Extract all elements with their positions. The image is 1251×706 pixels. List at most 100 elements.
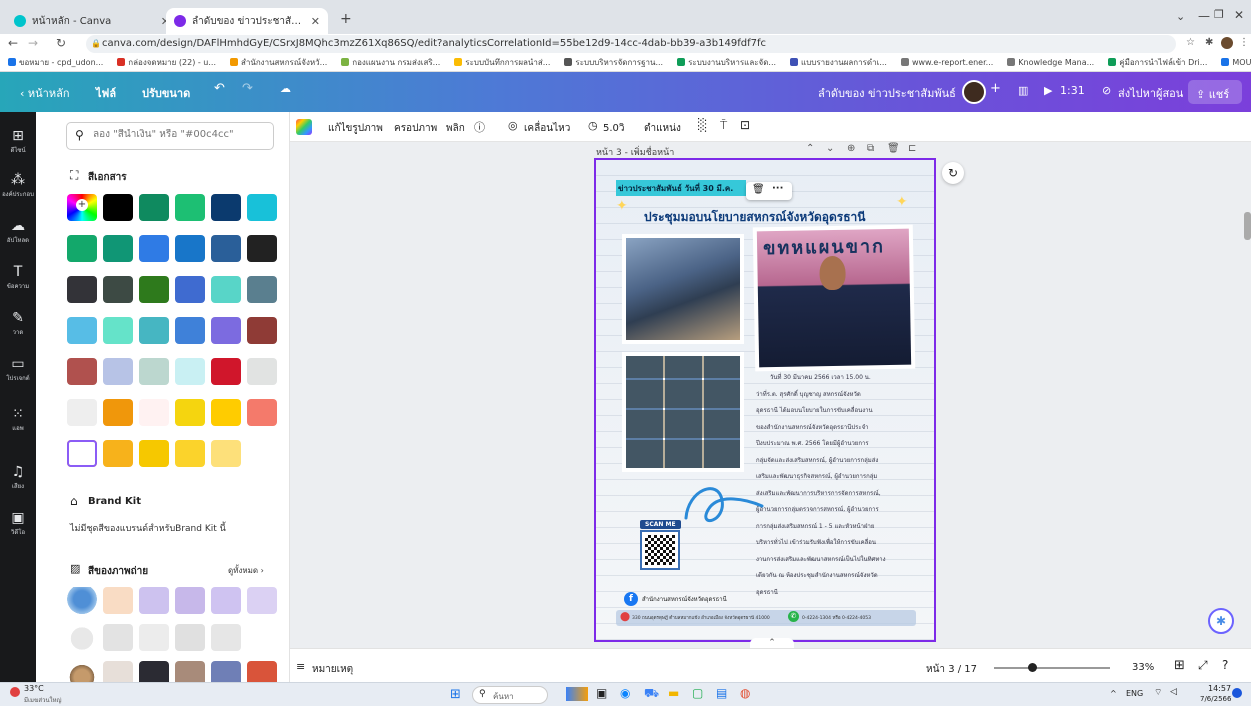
- weather-icon[interactable]: [10, 687, 20, 697]
- clock-icon[interactable]: ◷: [588, 119, 598, 132]
- facebook-page-name[interactable]: สำนักงานสหกรณ์จังหวัดอุดรธานี: [642, 594, 727, 604]
- page-indicator[interactable]: หน้า 3 / 17: [926, 662, 977, 677]
- store-icon[interactable]: ⛟: [644, 686, 659, 702]
- photo-frame[interactable]: [622, 234, 744, 344]
- position-button[interactable]: ตำแหน่ง: [644, 121, 681, 136]
- rail-apps[interactable]: ⁙ แอพ: [0, 406, 36, 433]
- duration-button[interactable]: 5.0วิ: [603, 121, 625, 136]
- chevron-down-icon[interactable]: ⌄: [1176, 10, 1185, 23]
- photo-frame-speaker[interactable]: ขทหแผนขาก: [752, 224, 916, 372]
- tab-design[interactable]: ลำดับของ ข่าวประชาสัมพันธ์ - ไม่มีชื่อ ✕: [166, 8, 328, 34]
- color-swatch[interactable]: [67, 276, 97, 303]
- photo-color-swatch[interactable]: [175, 624, 205, 651]
- play-icon[interactable]: ▶: [1044, 84, 1052, 97]
- photo-color-swatch[interactable]: [67, 661, 97, 682]
- user-avatar[interactable]: [962, 80, 986, 104]
- grid-view-icon[interactable]: ⊞: [1174, 658, 1185, 673]
- color-swatch[interactable]: [103, 276, 133, 303]
- photo-color-swatch[interactable]: [175, 587, 205, 614]
- weather-temp[interactable]: 33°C: [24, 684, 44, 693]
- bookmark-item[interactable]: กล่องจดหมาย (22) - u...: [117, 56, 216, 69]
- photo-color-swatch[interactable]: [211, 624, 241, 651]
- language-indicator[interactable]: ENG: [1126, 689, 1143, 698]
- lock-icon[interactable]: ⊡: [740, 118, 750, 132]
- color-swatch[interactable]: [103, 235, 133, 262]
- bookmark-item[interactable]: คู่มือการนำไฟล์เข้า Dri...: [1108, 56, 1207, 69]
- color-swatch[interactable]: [175, 276, 205, 303]
- zoom-slider[interactable]: [994, 663, 1110, 672]
- color-swatch[interactable]: [139, 358, 169, 385]
- undo-icon[interactable]: ↶: [214, 81, 225, 96]
- poster-tag[interactable]: ข่าวประชาสัมพันธ์ วันที่ 30 มี.ค.: [618, 182, 733, 195]
- design-page[interactable]: ข่าวประชาสัมพันธ์ วันที่ 30 มี.ค. ✦ ประช…: [594, 158, 936, 642]
- share-button[interactable]: ⇪ แชร์: [1188, 80, 1242, 104]
- animate-button[interactable]: เคลื่อนไหว: [524, 121, 570, 136]
- poster-address[interactable]: 330 ถนนอุดรดุษฎี ตำบลหมากแข้ง อำเภอเมือง…: [632, 614, 770, 621]
- windows-start-icon[interactable]: ⊞: [450, 687, 461, 702]
- star-icon[interactable]: ☆: [1186, 37, 1195, 48]
- color-swatch[interactable]: [175, 194, 205, 221]
- resize-button[interactable]: ปรับขนาด: [142, 84, 190, 102]
- bookmark-item[interactable]: MOU64_1 - Google...: [1221, 58, 1251, 67]
- qr-code[interactable]: [640, 530, 680, 570]
- notes-button[interactable]: หมายเหตุ: [312, 662, 353, 677]
- color-swatch[interactable]: [175, 317, 205, 344]
- close-icon[interactable]: ✕: [311, 15, 320, 28]
- color-swatch[interactable]: [247, 276, 277, 303]
- photo-color-swatch[interactable]: [139, 661, 169, 682]
- weather-desc[interactable]: มีเมฆส่วนใหญ่: [24, 695, 62, 705]
- color-swatch[interactable]: [103, 440, 133, 467]
- color-swatch[interactable]: [175, 399, 205, 426]
- hide-page-icon[interactable]: ⊕: [847, 143, 855, 154]
- word-icon[interactable]: ▤: [716, 686, 727, 700]
- rail-design[interactable]: ⊞ ดีไซน์: [0, 128, 36, 155]
- chevron-down-icon[interactable]: ⌄: [826, 143, 834, 154]
- color-picker-icon[interactable]: [296, 119, 312, 135]
- color-swatch[interactable]: [139, 235, 169, 262]
- crop-button[interactable]: ครอปภาพ: [394, 121, 437, 136]
- bookmark-item[interactable]: www.e-report.ener...: [900, 58, 993, 67]
- zoom-level[interactable]: 33%: [1132, 662, 1154, 673]
- more-menu-icon[interactable]: ⋮: [1239, 37, 1249, 48]
- profile-avatar[interactable]: [1221, 37, 1233, 49]
- rail-video[interactable]: ▣ วิดีโอ: [0, 510, 36, 537]
- color-swatch[interactable]: [175, 358, 205, 385]
- magic-assistant-icon[interactable]: ✱: [1208, 608, 1234, 634]
- design-title[interactable]: ลำดับของ ข่าวประชาสัมพันธ์: [818, 84, 956, 102]
- color-swatch[interactable]: [139, 440, 169, 467]
- color-swatch[interactable]: [211, 194, 241, 221]
- bookmark-item[interactable]: สำนักงานสหกรณ์จังหวั...: [229, 56, 327, 69]
- tray-chevron-icon[interactable]: ^: [1110, 689, 1117, 698]
- color-swatch[interactable]: [67, 399, 97, 426]
- color-swatch[interactable]: [103, 358, 133, 385]
- color-swatch[interactable]: [67, 358, 97, 385]
- editor-canvas[interactable]: หน้า 3 - เพิ่มชื่อหน้า ⌃ ⌄ ⊕ ⧉ 🗑 ⊏ ข่าวป…: [290, 142, 1251, 650]
- back-arrow-icon[interactable]: ←: [8, 36, 18, 50]
- color-swatch[interactable]: [211, 440, 241, 467]
- color-swatch[interactable]: [247, 194, 277, 221]
- more-options-icon[interactable]: ···: [772, 183, 783, 194]
- window-close-icon[interactable]: ✕: [1234, 8, 1244, 22]
- color-swatch[interactable]: [103, 194, 133, 221]
- color-swatch[interactable]: [175, 440, 205, 467]
- bookmark-item[interactable]: แบบรายงานผลการดำเ...: [790, 56, 887, 69]
- url-field[interactable]: 🔒 canva.com/design/DAFlHmhdGyE/CSrxJ8MQh…: [86, 35, 1176, 53]
- color-swatch[interactable]: [139, 276, 169, 303]
- color-swatch[interactable]: [247, 399, 277, 426]
- forward-arrow-icon[interactable]: →: [28, 36, 38, 50]
- refresh-canvas-icon[interactable]: ↻: [942, 162, 964, 184]
- info-icon[interactable]: ⓘ: [474, 119, 485, 135]
- color-swatch[interactable]: [247, 317, 277, 344]
- bookmark-item[interactable]: ระบบบันทึกการผลนำส่...: [454, 56, 550, 69]
- color-swatch[interactable]: [211, 317, 241, 344]
- rail-projects[interactable]: ▭ โปรเจกต์: [0, 356, 36, 383]
- paint-roller-icon[interactable]: ⍑: [720, 118, 727, 133]
- insights-chart-icon[interactable]: ▥: [1018, 84, 1028, 97]
- rail-elements[interactable]: ⁂ องค์ประกอบ: [0, 172, 36, 199]
- bookmark-item[interactable]: Knowledge Mana...: [1007, 58, 1094, 67]
- clock-time[interactable]: 14:57: [1208, 684, 1231, 693]
- timer-label[interactable]: 1:31: [1060, 84, 1085, 97]
- edit-image-button[interactable]: แก้ไขรูปภาพ: [328, 121, 383, 136]
- poster-headline[interactable]: ประชุมมอบนโยบายสหกรณ์จังหวัดอุดรธานี: [644, 208, 865, 227]
- edge-icon[interactable]: ◉: [620, 686, 630, 700]
